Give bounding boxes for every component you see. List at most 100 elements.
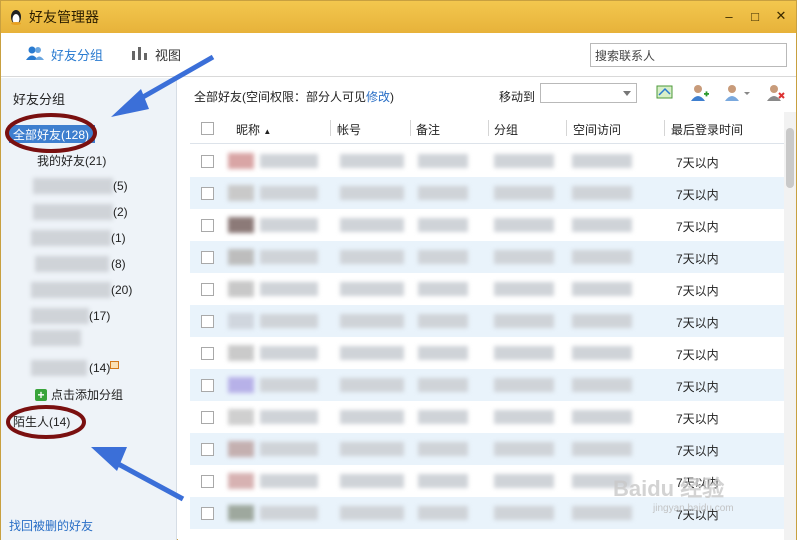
filter-text: 全部好友(空间权限：部分人可见	[194, 90, 366, 104]
column-header-account[interactable]: 帐号	[337, 121, 361, 138]
scrollbar-thumb[interactable]	[786, 128, 794, 188]
table-row[interactable]: 7天以内	[190, 305, 784, 337]
table-row[interactable]: 7天以内	[190, 369, 784, 401]
redacted-cell	[418, 474, 468, 488]
sidebar-item-strangers[interactable]: 陌生人(14)	[13, 413, 70, 430]
select-all-checkbox[interactable]	[201, 122, 214, 135]
redacted-cell	[494, 250, 554, 264]
maximize-icon[interactable]: □	[748, 9, 762, 24]
row-checkbox[interactable]	[201, 187, 214, 200]
row-checkbox[interactable]	[201, 347, 214, 360]
redacted-cell	[572, 314, 632, 328]
redacted-cell	[260, 282, 318, 296]
search-input[interactable]: 搜索联系人	[590, 43, 787, 67]
sidebar-item-group[interactable]: (1)	[111, 231, 126, 245]
send-message-icon[interactable]	[656, 84, 678, 102]
sidebar-item-group[interactable]: (20)	[111, 283, 132, 297]
redacted-cell	[340, 346, 404, 360]
sort-ascending-icon: ▲	[263, 127, 272, 136]
row-checkbox[interactable]	[201, 251, 214, 264]
sidebar: 好友分组 全部好友(128) 我的好友(21) (5) (2) (1) (8) …	[1, 78, 177, 540]
filter-line: 全部好友(空间权限：部分人可见修改)	[194, 88, 394, 105]
table-row[interactable]: 7天以内	[190, 177, 784, 209]
avatar	[228, 505, 254, 521]
last-login-cell: 7天以内	[676, 252, 719, 266]
avatar	[228, 473, 254, 489]
column-header-last-login[interactable]: 最后登录时间	[671, 121, 743, 138]
redacted-cell	[572, 186, 632, 200]
friend-manager-window: 好友管理器 – □ ✕ 好友分组 视图 搜索联系人 好友分组 全部好友(128)…	[0, 0, 797, 540]
column-header-remark[interactable]: 备注	[416, 121, 440, 138]
redacted-cell	[494, 218, 554, 232]
avatar	[228, 217, 254, 233]
add-friend-icon[interactable]	[690, 84, 712, 102]
table-row[interactable]: 7天以内	[190, 241, 784, 273]
sidebar-item-all-friends[interactable]: 全部好友(128)	[9, 125, 95, 143]
row-checkbox[interactable]	[201, 283, 214, 296]
redacted-cell	[494, 186, 554, 200]
redacted-cell	[340, 506, 404, 520]
redacted-cell	[494, 442, 554, 456]
window-title: 好友管理器	[29, 9, 99, 25]
row-checkbox[interactable]	[201, 411, 214, 424]
move-to-label: 移动到	[499, 90, 536, 104]
column-header-group[interactable]: 分组	[494, 121, 518, 138]
last-login-cell: 7天以内	[676, 380, 719, 394]
row-checkbox[interactable]	[201, 379, 214, 392]
row-checkbox[interactable]	[201, 315, 214, 328]
avatar	[228, 153, 254, 169]
redacted-cell	[418, 250, 468, 264]
add-group-button[interactable]: + 点击添加分组	[35, 386, 123, 403]
avatar	[228, 409, 254, 425]
table-row[interactable]: 7天以内	[190, 209, 784, 241]
table-row[interactable]: 7天以内	[190, 145, 784, 177]
view-tab-label: 视图	[155, 48, 182, 63]
redacted-cell	[340, 250, 404, 264]
avatar	[228, 345, 254, 361]
sidebar-item-group[interactable]: (17)	[89, 309, 110, 323]
edit-permission-link[interactable]: 修改	[366, 90, 390, 104]
minimize-icon[interactable]: –	[722, 9, 736, 24]
column-header-nickname[interactable]: 昵称 ▲	[236, 121, 271, 138]
bar-chart-icon	[131, 45, 149, 64]
row-checkbox[interactable]	[201, 507, 214, 520]
sidebar-item-group[interactable]: (2)	[113, 205, 128, 219]
redacted-cell	[572, 218, 632, 232]
redacted-cell	[418, 442, 468, 456]
friend-groups-tab[interactable]: 好友分组	[25, 45, 103, 64]
table-row[interactable]: 7天以内	[190, 337, 784, 369]
close-icon[interactable]: ✕	[774, 8, 788, 23]
row-checkbox[interactable]	[201, 443, 214, 456]
sidebar-item-group[interactable]: (5)	[113, 179, 128, 193]
avatar	[228, 441, 254, 457]
row-checkbox[interactable]	[201, 219, 214, 232]
plus-icon: +	[35, 388, 47, 401]
sidebar-item-group[interactable]: (14)	[89, 361, 110, 375]
recover-deleted-friends-link[interactable]: 找回被删的好友	[9, 517, 93, 534]
column-header-space-visit[interactable]: 空间访问	[573, 121, 621, 138]
redacted-cell	[340, 474, 404, 488]
sidebar-item-group[interactable]: (8)	[111, 257, 126, 271]
delete-friend-icon[interactable]	[766, 84, 788, 102]
redacted-cell	[494, 378, 554, 392]
redacted-cell	[494, 314, 554, 328]
filter-suffix: )	[390, 90, 395, 104]
row-checkbox[interactable]	[201, 475, 214, 488]
redacted-cell	[572, 250, 632, 264]
table-row[interactable]: 7天以内	[190, 433, 784, 465]
table-row[interactable]: 7天以内	[190, 401, 784, 433]
mail-icon	[110, 361, 119, 369]
last-login-cell: 7天以内	[676, 220, 719, 234]
view-tab[interactable]: 视图	[131, 45, 181, 64]
move-to-select[interactable]	[540, 83, 637, 103]
redacted-cell	[340, 154, 404, 168]
avatar	[228, 377, 254, 393]
vertical-scrollbar[interactable]	[784, 112, 796, 540]
table-row[interactable]: 7天以内	[190, 273, 784, 305]
redacted-cell	[572, 378, 632, 392]
sidebar-item-my-friends[interactable]: 我的好友(21)	[37, 152, 106, 169]
manage-friend-icon[interactable]	[724, 84, 754, 102]
baidu-watermark: Baidu 经验 jingyan.baidu.com	[613, 476, 734, 514]
redacted-cell	[572, 282, 632, 296]
row-checkbox[interactable]	[201, 155, 214, 168]
